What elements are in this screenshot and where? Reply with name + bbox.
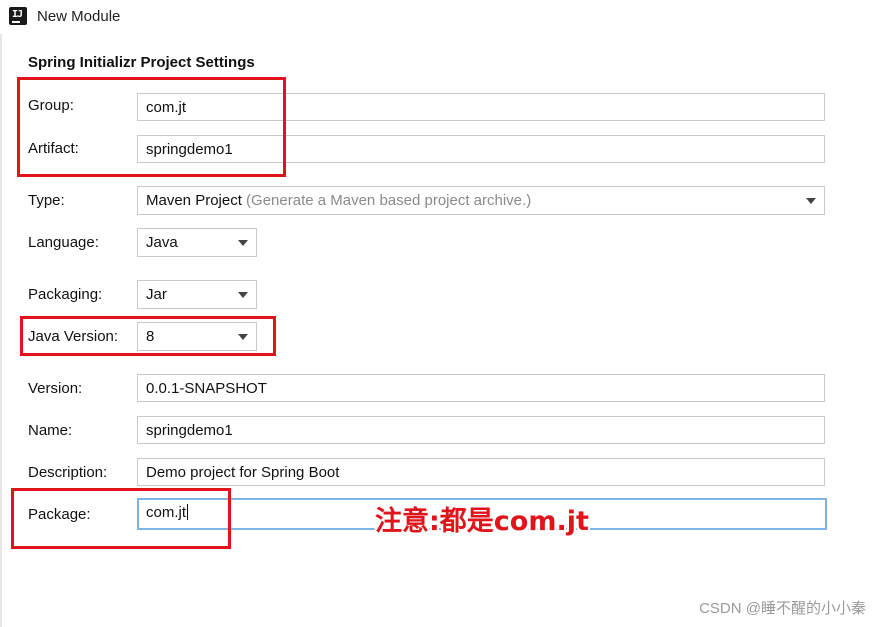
packaging-dropdown[interactable]: Jar — [137, 280, 257, 309]
type-value: Maven Project — [146, 192, 242, 209]
highlight-box-package — [11, 488, 231, 549]
description-field[interactable]: Demo project for Spring Boot — [137, 458, 825, 486]
description-label: Description: — [28, 464, 108, 481]
version-label: Version: — [28, 380, 83, 397]
name-label: Name: — [28, 422, 73, 439]
section-title: Spring Initializr Project Settings — [28, 54, 255, 71]
type-hint: (Generate a Maven based project archive.… — [241, 192, 532, 209]
language-label: Language: — [28, 234, 99, 251]
new-module-dialog: IJ New Module Spring Initializr Project … — [0, 0, 880, 627]
name-field[interactable]: springdemo1 — [137, 416, 825, 444]
type-dropdown[interactable]: Maven Project (Generate a Maven based pr… — [137, 186, 825, 215]
chevron-down-icon — [238, 292, 248, 298]
highlight-box-java-version — [20, 316, 276, 356]
language-value: Java — [146, 234, 178, 251]
type-label: Type: — [28, 192, 65, 209]
annotation-note: 注意:都是com.jt — [375, 506, 589, 537]
version-field[interactable]: 0.0.1-SNAPSHOT — [137, 374, 825, 402]
intellij-app-icon: IJ — [9, 7, 27, 25]
title-bar: IJ New Module — [0, 0, 880, 34]
chevron-down-icon — [806, 198, 816, 204]
watermark: CSDN @睡不醒的小小秦 — [699, 600, 866, 617]
packaging-label: Packaging: — [28, 286, 103, 303]
language-dropdown[interactable]: Java — [137, 228, 257, 257]
chevron-down-icon — [238, 240, 248, 246]
highlight-box-group-artifact — [17, 77, 286, 177]
window-title: New Module — [37, 8, 121, 25]
left-divider — [0, 34, 2, 627]
packaging-value: Jar — [146, 286, 167, 303]
